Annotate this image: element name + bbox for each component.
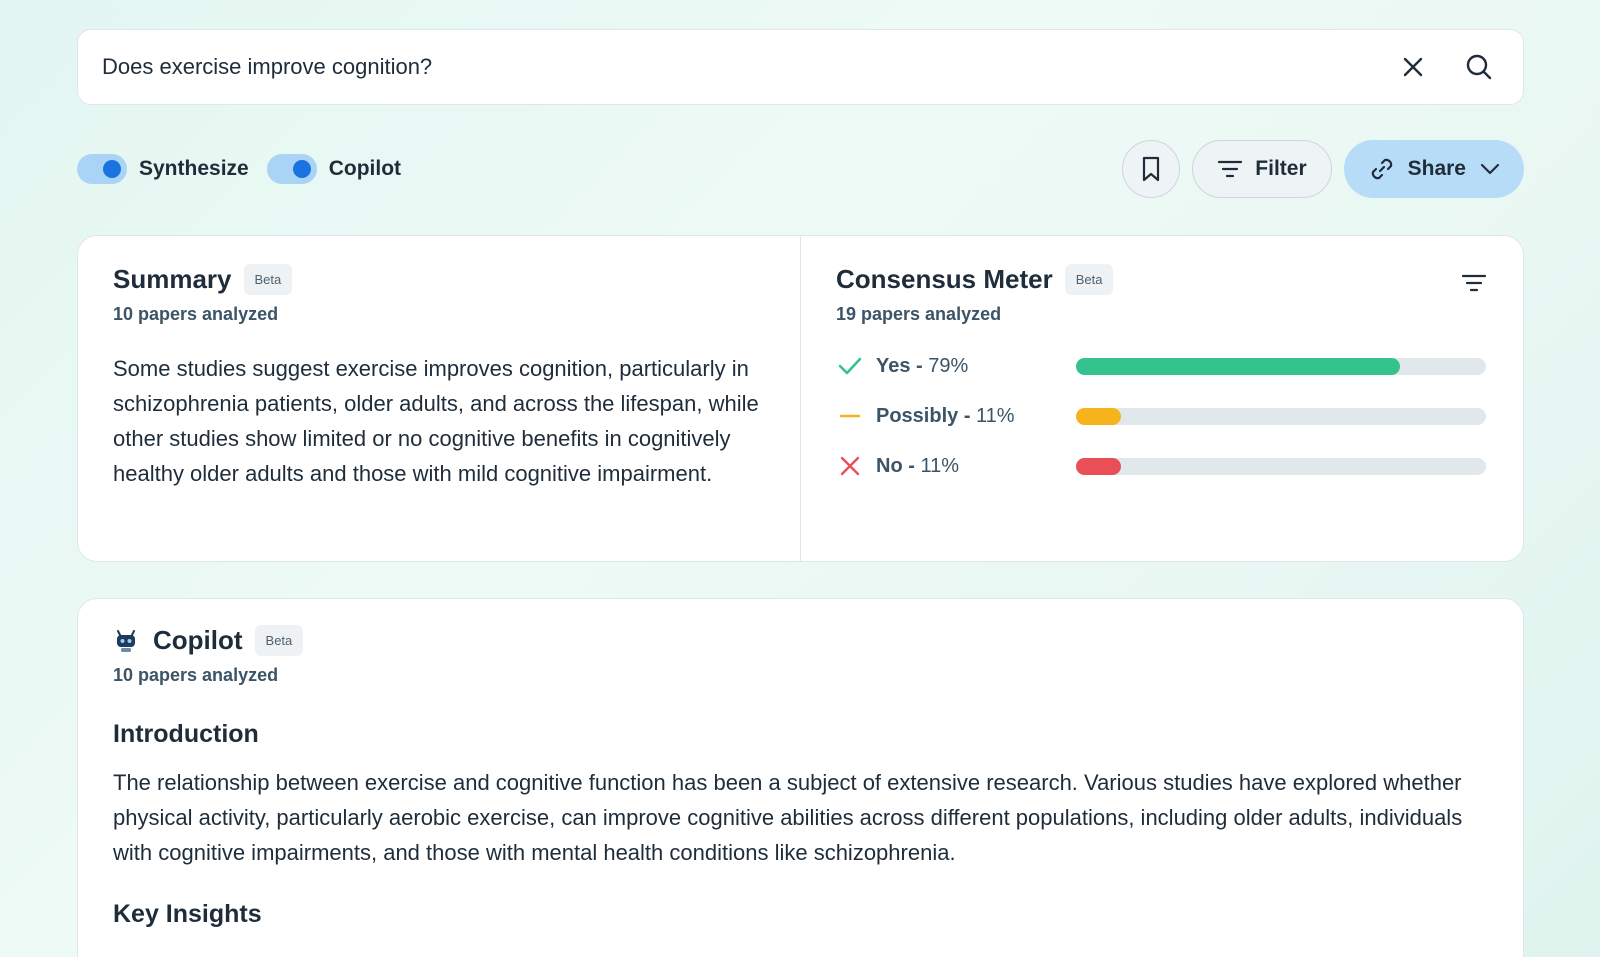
close-icon	[1403, 57, 1423, 77]
meter-percent-yes: 79%	[928, 354, 969, 377]
meter-row-no: No - 11%	[836, 441, 1488, 491]
robot-icon	[113, 628, 139, 654]
summary-panel: Summary Beta 10 papers analyzed Some stu…	[78, 236, 801, 561]
consensus-filter-button[interactable]	[1461, 272, 1487, 299]
consensus-panel: Consensus Meter Beta 19 papers analyzed …	[801, 236, 1523, 561]
search-icon	[1466, 54, 1492, 80]
clear-search-button[interactable]	[1393, 47, 1433, 87]
meter-bar-yes	[1076, 357, 1486, 375]
meter-row-possibly: Possibly - 11%	[836, 391, 1488, 441]
copilot-switch[interactable]	[266, 154, 317, 184]
share-button[interactable]: Share	[1343, 140, 1524, 198]
filter-icon	[1461, 274, 1487, 292]
copilot-title: Copilot	[153, 625, 243, 655]
link-icon	[1371, 158, 1392, 180]
summary-papers-count: 10 papers analyzed	[113, 304, 279, 324]
meter-percent-possibly: 11%	[976, 404, 1015, 427]
dash-icon	[836, 402, 864, 430]
consensus-papers-count: 19 papers analyzed	[836, 304, 1002, 324]
meter-bar-fill-no	[1076, 457, 1122, 475]
copilot-toggle[interactable]: Copilot	[266, 154, 402, 184]
summary-consensus-card: Summary Beta 10 papers analyzed Some stu…	[77, 235, 1524, 562]
check-icon	[836, 352, 864, 380]
search-input[interactable]	[102, 54, 1393, 80]
meter-bar-fill-possibly	[1076, 407, 1122, 425]
share-label: Share	[1407, 157, 1466, 180]
synthesize-label: Synthesize	[139, 157, 249, 180]
meter-percent-no: 11%	[920, 454, 959, 477]
bookmark-button[interactable]	[1122, 140, 1181, 198]
synthesize-switch[interactable]	[77, 154, 127, 184]
summary-text: Some studies suggest exercise improves c…	[113, 356, 759, 486]
action-buttons: Filter Share	[1122, 140, 1524, 198]
filter-label: Filter	[1255, 157, 1307, 180]
copilot-papers-count: 10 papers analyzed	[113, 665, 279, 685]
copilot-label: Copilot	[328, 157, 402, 180]
introduction-text: The relationship between exercise and co…	[113, 770, 1463, 865]
meter-answer-yes: Yes	[876, 354, 911, 377]
toggle-group: Synthesize Copilot	[77, 154, 419, 184]
synthesize-toggle[interactable]: Synthesize	[77, 154, 249, 184]
meter-label-no: No - 11%	[876, 454, 959, 477]
consensus-meter: Yes - 79% Possibly - 11% No - 11%	[836, 341, 1488, 491]
meter-label-possibly: Possibly - 11%	[876, 404, 1015, 427]
meter-answer-no: No	[876, 454, 903, 477]
filter-icon	[1218, 160, 1243, 178]
summary-title: Summary	[113, 264, 232, 294]
search-bar	[77, 29, 1524, 105]
bookmark-icon	[1143, 156, 1160, 182]
meter-bar-fill-yes	[1076, 357, 1400, 375]
meter-label-yes: Yes - 79%	[876, 354, 969, 377]
copilot-beta-badge: Beta	[254, 625, 304, 656]
meter-answer-possibly: Possibly	[876, 404, 959, 427]
summary-beta-badge: Beta	[243, 264, 293, 295]
meter-row-yes: Yes - 79%	[836, 341, 1488, 391]
introduction-heading: Introduction	[113, 720, 259, 748]
x-icon	[836, 452, 864, 480]
consensus-title: Consensus Meter	[836, 264, 1053, 294]
meter-bar-no	[1076, 457, 1486, 475]
filter-button[interactable]: Filter	[1192, 140, 1332, 198]
search-button[interactable]	[1459, 47, 1499, 87]
controls-row: Synthesize Copilot Filter Share	[77, 140, 1524, 200]
key-insights-heading: Key Insights	[113, 900, 262, 928]
consensus-beta-badge: Beta	[1064, 264, 1114, 295]
copilot-card: Copilot Beta 10 papers analyzed Introduc…	[77, 598, 1524, 957]
chevron-down-icon	[1480, 163, 1500, 175]
meter-bar-possibly	[1076, 407, 1486, 425]
